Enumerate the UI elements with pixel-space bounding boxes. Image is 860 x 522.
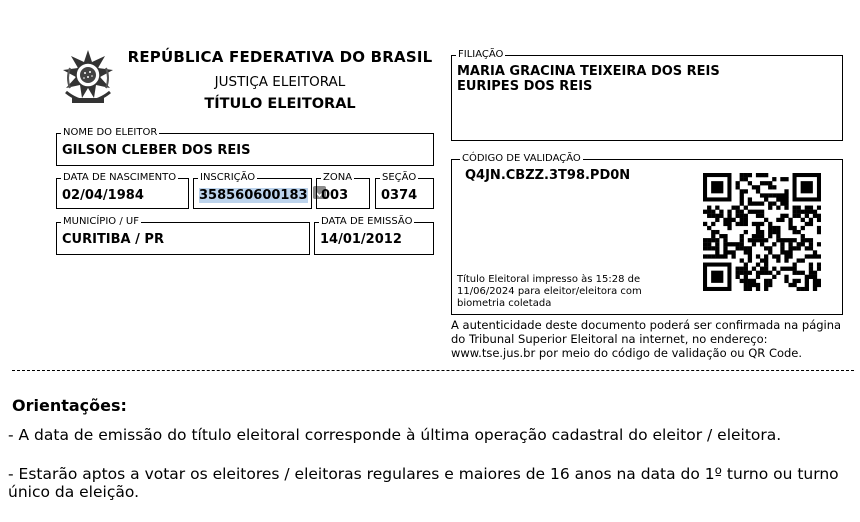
cut-line-divider bbox=[12, 370, 854, 371]
printed-note: Título Eleitoral impresso às 15:28 de 11… bbox=[457, 274, 642, 309]
qr-code[interactable] bbox=[703, 173, 822, 292]
elector-name-field: NOME DO ELEITOR GILSON CLEBER DOS REIS bbox=[56, 127, 434, 166]
document-title: TÍTULO ELEITORAL bbox=[204, 96, 356, 112]
birth-date-label: DATA DE NASCIMENTO bbox=[61, 172, 179, 184]
birth-date-value: 02/04/1984 bbox=[62, 188, 144, 203]
country-heading: REPÚBLICA FEDERATIVA DO BRASIL bbox=[127, 48, 433, 66]
city-value: CURITIBA / PR bbox=[62, 232, 164, 247]
registration-value[interactable]: 358560600183 bbox=[199, 188, 308, 203]
section-label: SEÇÃO bbox=[380, 172, 419, 184]
validation-code: Q4JN.CBZZ.3T98.PD0N bbox=[465, 168, 631, 183]
father-name: EURIPES DOS REIS bbox=[457, 79, 593, 94]
filiation-label: FILIAÇÃO bbox=[456, 49, 506, 61]
validation-label: CÓDIGO DE VALIDAÇÃO bbox=[460, 153, 583, 165]
validation-field: CÓDIGO DE VALIDAÇÃO Q4JN.CBZZ.3T98.PD0N … bbox=[451, 153, 843, 315]
zone-label: ZONA bbox=[321, 172, 355, 184]
section-value: 0374 bbox=[381, 188, 418, 203]
guideline-item-1: - A data de emissão do título eleitoral … bbox=[8, 426, 782, 444]
birth-date-field: DATA DE NASCIMENTO 02/04/1984 bbox=[56, 172, 189, 209]
registration-label: INSCRIÇÃO bbox=[198, 172, 258, 184]
city-label: MUNICÍPIO / UF bbox=[61, 216, 141, 228]
issue-date-field: DATA DE EMISSÃO 14/01/2012 bbox=[314, 216, 434, 255]
authenticity-note: A autenticidade deste documento poderá s… bbox=[451, 318, 842, 360]
issue-date-label: DATA DE EMISSÃO bbox=[319, 216, 415, 228]
zone-value: 003 bbox=[321, 188, 349, 203]
filiation-values: MARIA GRACINA TEIXEIRA DOS REIS EURIPES … bbox=[457, 64, 720, 94]
agency-heading: JUSTIÇA ELEITORAL bbox=[214, 74, 346, 90]
registration-field: INSCRIÇÃO 358560600183 bbox=[193, 172, 312, 209]
section-field: SEÇÃO 0374 bbox=[375, 172, 434, 209]
elector-name-value: GILSON CLEBER DOS REIS bbox=[62, 143, 251, 158]
city-field: MUNICÍPIO / UF CURITIBA / PR bbox=[56, 216, 310, 255]
guidelines-title: Orientações: bbox=[12, 396, 127, 415]
elector-name-label: NOME DO ELEITOR bbox=[61, 127, 160, 139]
qr-code-icon bbox=[703, 173, 822, 292]
zone-field: ZONA 003 bbox=[316, 172, 370, 209]
mother-name: MARIA GRACINA TEIXEIRA DOS REIS bbox=[457, 64, 720, 79]
filiation-field: FILIAÇÃO MARIA GRACINA TEIXEIRA DOS REIS… bbox=[451, 49, 843, 141]
guideline-item-2: - Estarão aptos a votar os eleitores / e… bbox=[8, 465, 839, 501]
issue-date-value: 14/01/2012 bbox=[320, 232, 402, 247]
